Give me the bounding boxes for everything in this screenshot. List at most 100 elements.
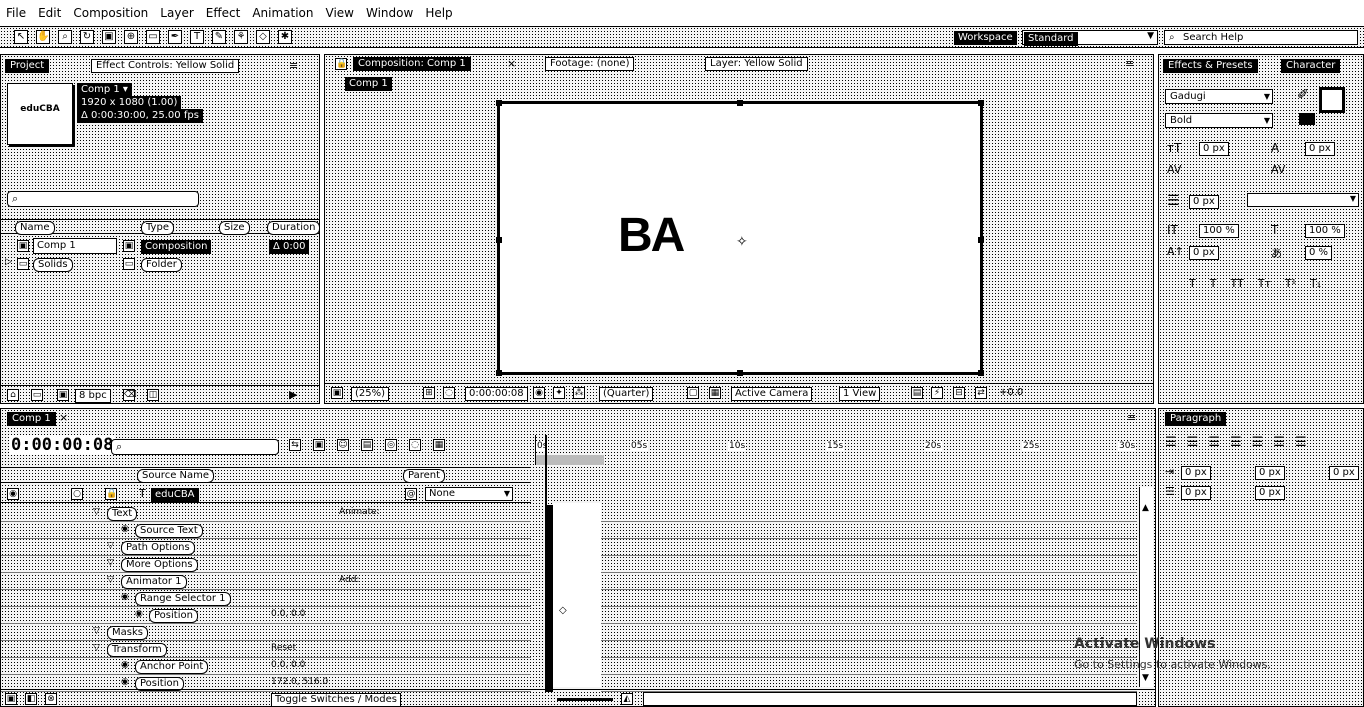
project-item-name[interactable]: Comp 1 xyxy=(33,238,117,254)
stopwatch-icon[interactable]: ◉ xyxy=(121,592,129,602)
tsume-value[interactable]: 0 % xyxy=(1305,246,1333,260)
selection-tool-icon[interactable]: ↖ xyxy=(14,30,28,44)
property-row[interactable]: ▽ Path Options xyxy=(1,539,531,556)
viewer-timecode[interactable]: 0:00:00:08 xyxy=(465,387,528,401)
timeline-timecode[interactable]: 0:00:00:08 xyxy=(9,435,116,455)
snapshot-icon[interactable]: ◉ xyxy=(533,387,545,399)
rotate-tool-icon[interactable]: ↻ xyxy=(80,30,94,44)
stamp-tool-icon[interactable]: ⚘ xyxy=(234,30,248,44)
tab-composition[interactable]: Composition: Comp 1 xyxy=(353,57,471,71)
visibility-eye-icon[interactable]: ◉ xyxy=(7,488,19,500)
property-value[interactable]: 172.0, 516.0 xyxy=(271,677,328,687)
brainstorm-icon[interactable]: ▦ xyxy=(433,439,445,451)
subscript-icon[interactable]: T₁ xyxy=(1310,277,1321,290)
property-value[interactable]: Add: xyxy=(339,575,359,585)
space-before-value[interactable]: 0 px xyxy=(1181,486,1211,500)
leading-value[interactable]: 0 px xyxy=(1305,142,1335,156)
property-row[interactable]: ▽ Masks xyxy=(1,624,531,641)
eyedropper-icon[interactable]: ✐ xyxy=(1297,87,1309,103)
property-value[interactable]: Animate: xyxy=(339,507,380,517)
pickwhip-icon[interactable]: @ xyxy=(405,488,417,500)
view-layout-dropdown[interactable]: 1 View xyxy=(839,387,881,401)
tab-timeline-comp[interactable]: Comp 1 xyxy=(7,412,56,426)
parent-dropdown[interactable]: None ▼ xyxy=(425,487,513,501)
property-row[interactable]: ▽ Animator 1 Add: xyxy=(1,573,531,590)
baseline-shift-value[interactable]: 0 px xyxy=(1189,246,1219,260)
col-type[interactable]: Type xyxy=(141,221,174,235)
menu-view[interactable]: View xyxy=(326,4,354,22)
mask-tool-icon[interactable]: ▭ xyxy=(146,30,160,44)
close-icon[interactable]: × xyxy=(59,411,68,424)
handle-bottom-left[interactable] xyxy=(496,370,502,376)
handle-bottom[interactable] xyxy=(737,370,743,376)
property-row[interactable]: ◉ Anchor Point 0.0, 0.0 xyxy=(1,658,531,675)
tab-effect-controls[interactable]: Effect Controls: Yellow Solid xyxy=(91,59,240,73)
property-row[interactable]: ◉ Position 0.0, 0.0 xyxy=(1,607,531,624)
toggle-switches-modes-button[interactable]: Toggle Switches / Modes xyxy=(271,693,401,707)
all-caps-icon[interactable]: TT xyxy=(1230,277,1243,290)
timeline-icon[interactable]: ⊟ xyxy=(953,387,965,399)
justify-all-icon[interactable]: ☰ xyxy=(1295,435,1307,450)
property-row[interactable]: ◉ Source Text xyxy=(1,522,531,539)
resolution-dropdown[interactable]: (Quarter) xyxy=(599,387,654,401)
property-row[interactable]: ▽ More Options xyxy=(1,556,531,573)
show-snapshot-icon[interactable]: ✦ xyxy=(553,387,565,399)
fast-previews-icon[interactable]: ⚡ xyxy=(931,387,943,399)
layer-name[interactable]: eduCBA xyxy=(151,488,199,502)
stroke-style-dropdown[interactable]: ▼ xyxy=(1247,193,1359,207)
stroke-width-value[interactable]: 0 px xyxy=(1189,195,1219,209)
tab-layer[interactable]: Layer: Yellow Solid xyxy=(705,57,808,71)
panel-menu-icon[interactable]: ≡ xyxy=(1125,57,1134,70)
lock-icon[interactable]: 🔒 xyxy=(335,58,347,70)
property-row[interactable]: ▽ Transform Reset xyxy=(1,641,531,658)
pixel-aspect-icon[interactable]: ▤ xyxy=(911,387,923,399)
region-of-interest-icon[interactable]: ▢ xyxy=(687,387,699,399)
menu-help[interactable]: Help xyxy=(425,4,452,22)
eraser-tool-icon[interactable]: ◇ xyxy=(256,30,270,44)
property-row[interactable]: ▽ Text Animate: xyxy=(1,505,531,522)
superscript-icon[interactable]: T¹ xyxy=(1285,277,1296,290)
keyframe-icon[interactable]: ◇ xyxy=(559,605,567,616)
handle-top-right[interactable] xyxy=(978,100,984,106)
comp-subtab[interactable]: Comp 1 xyxy=(345,77,392,91)
menu-edit[interactable]: Edit xyxy=(38,4,61,22)
panel-menu-icon[interactable]: ≡ xyxy=(289,59,298,72)
twirl-down-icon[interactable]: ▽ xyxy=(93,507,100,517)
property-value[interactable]: Reset xyxy=(271,643,296,653)
handle-top[interactable] xyxy=(737,100,743,106)
twirl-down-icon[interactable]: ▽ xyxy=(107,575,114,585)
col-size[interactable]: Size xyxy=(219,221,250,235)
handle-top-left[interactable] xyxy=(496,100,502,106)
camera-tool-icon[interactable]: ▣ xyxy=(102,30,116,44)
interpret-footage-icon[interactable]: ⌂ xyxy=(7,389,19,401)
small-caps-icon[interactable]: Tт xyxy=(1258,277,1271,290)
project-search-input[interactable]: ⌕ xyxy=(7,191,199,207)
flowchart-icon[interactable]: ⇄ xyxy=(975,387,987,399)
property-value[interactable]: 0.0, 0.0 xyxy=(271,660,305,670)
hand-tool-icon[interactable]: ✋ xyxy=(36,30,50,44)
new-folder-icon[interactable]: ▭ xyxy=(31,389,43,401)
frame-blending-icon[interactable]: ▤ xyxy=(361,439,373,451)
pan-behind-tool-icon[interactable]: ⊕ xyxy=(124,30,138,44)
property-value[interactable]: 0.0, 0.0 xyxy=(271,609,305,619)
pen-tool-icon[interactable]: ✒ xyxy=(168,30,182,44)
align-right-icon[interactable]: ☰ xyxy=(1208,435,1220,450)
scroll-right-icon[interactable]: ▶ xyxy=(289,388,297,401)
first-line-indent-value[interactable]: 0 px xyxy=(1329,466,1359,480)
menu-file[interactable]: File xyxy=(6,4,26,22)
property-row[interactable]: ◉ Range Selector 1 xyxy=(1,590,531,607)
stopwatch-icon[interactable]: ◉ xyxy=(135,609,143,619)
fill-color-swatch[interactable] xyxy=(1319,87,1345,113)
menu-animation[interactable]: Animation xyxy=(252,4,313,22)
tab-character[interactable]: Character xyxy=(1281,59,1341,73)
project-item-row[interactable]: ▣ Comp 1 ▣ Composition Δ 0:00 xyxy=(1,237,319,255)
stopwatch-icon[interactable]: ◉ xyxy=(121,660,129,670)
twirl-down-icon[interactable]: ▽ xyxy=(107,558,114,568)
col-parent[interactable]: Parent xyxy=(403,469,446,483)
handle-bottom-right[interactable] xyxy=(978,370,984,376)
tab-paragraph[interactable]: Paragraph xyxy=(1165,412,1227,426)
handle-right[interactable] xyxy=(978,237,984,243)
close-icon[interactable]: × xyxy=(507,57,516,70)
timeline-search-input[interactable]: ⌕ xyxy=(111,439,279,455)
comp-mini-flowchart-icon[interactable]: ⇆ xyxy=(289,439,301,451)
